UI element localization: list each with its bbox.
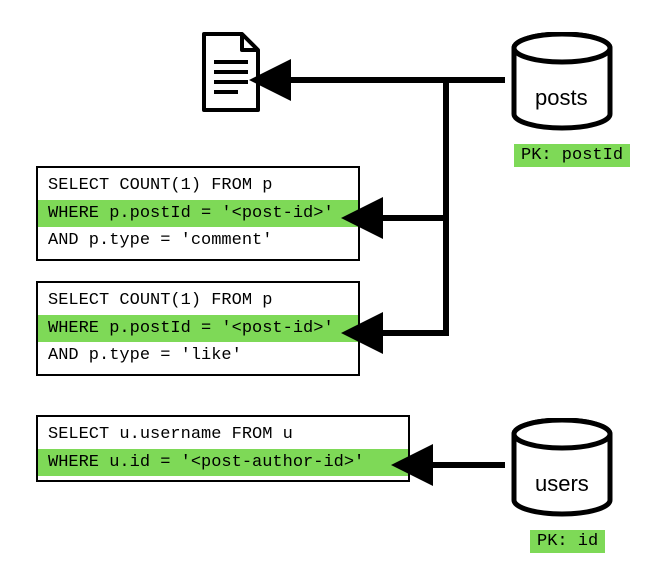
query-line-highlighted: WHERE u.id = '<post-author-id>' bbox=[38, 449, 408, 477]
database-posts bbox=[508, 32, 616, 132]
query-line: SELECT u.username FROM u bbox=[38, 421, 408, 449]
database-users bbox=[508, 418, 616, 518]
database-posts-pk: PK: postId bbox=[514, 144, 630, 167]
query-line: AND p.type = 'like' bbox=[38, 342, 358, 370]
query-box-username: SELECT u.username FROM u WHERE u.id = '<… bbox=[36, 415, 410, 482]
query-line: SELECT COUNT(1) FROM p bbox=[38, 172, 358, 200]
database-users-label: users bbox=[535, 471, 589, 497]
query-line: SELECT COUNT(1) FROM p bbox=[38, 287, 358, 315]
diagram-canvas: posts PK: postId users PK: id SELECT COU… bbox=[0, 0, 659, 573]
query-box-comments: SELECT COUNT(1) FROM p WHERE p.postId = … bbox=[36, 166, 360, 261]
document-icon bbox=[198, 30, 266, 119]
query-line: AND p.type = 'comment' bbox=[38, 227, 358, 255]
query-box-likes: SELECT COUNT(1) FROM p WHERE p.postId = … bbox=[36, 281, 360, 376]
query-line-highlighted: WHERE p.postId = '<post-id>' bbox=[38, 315, 358, 343]
database-posts-label: posts bbox=[535, 85, 588, 111]
query-line-highlighted: WHERE p.postId = '<post-id>' bbox=[38, 200, 358, 228]
database-users-pk: PK: id bbox=[530, 530, 605, 553]
